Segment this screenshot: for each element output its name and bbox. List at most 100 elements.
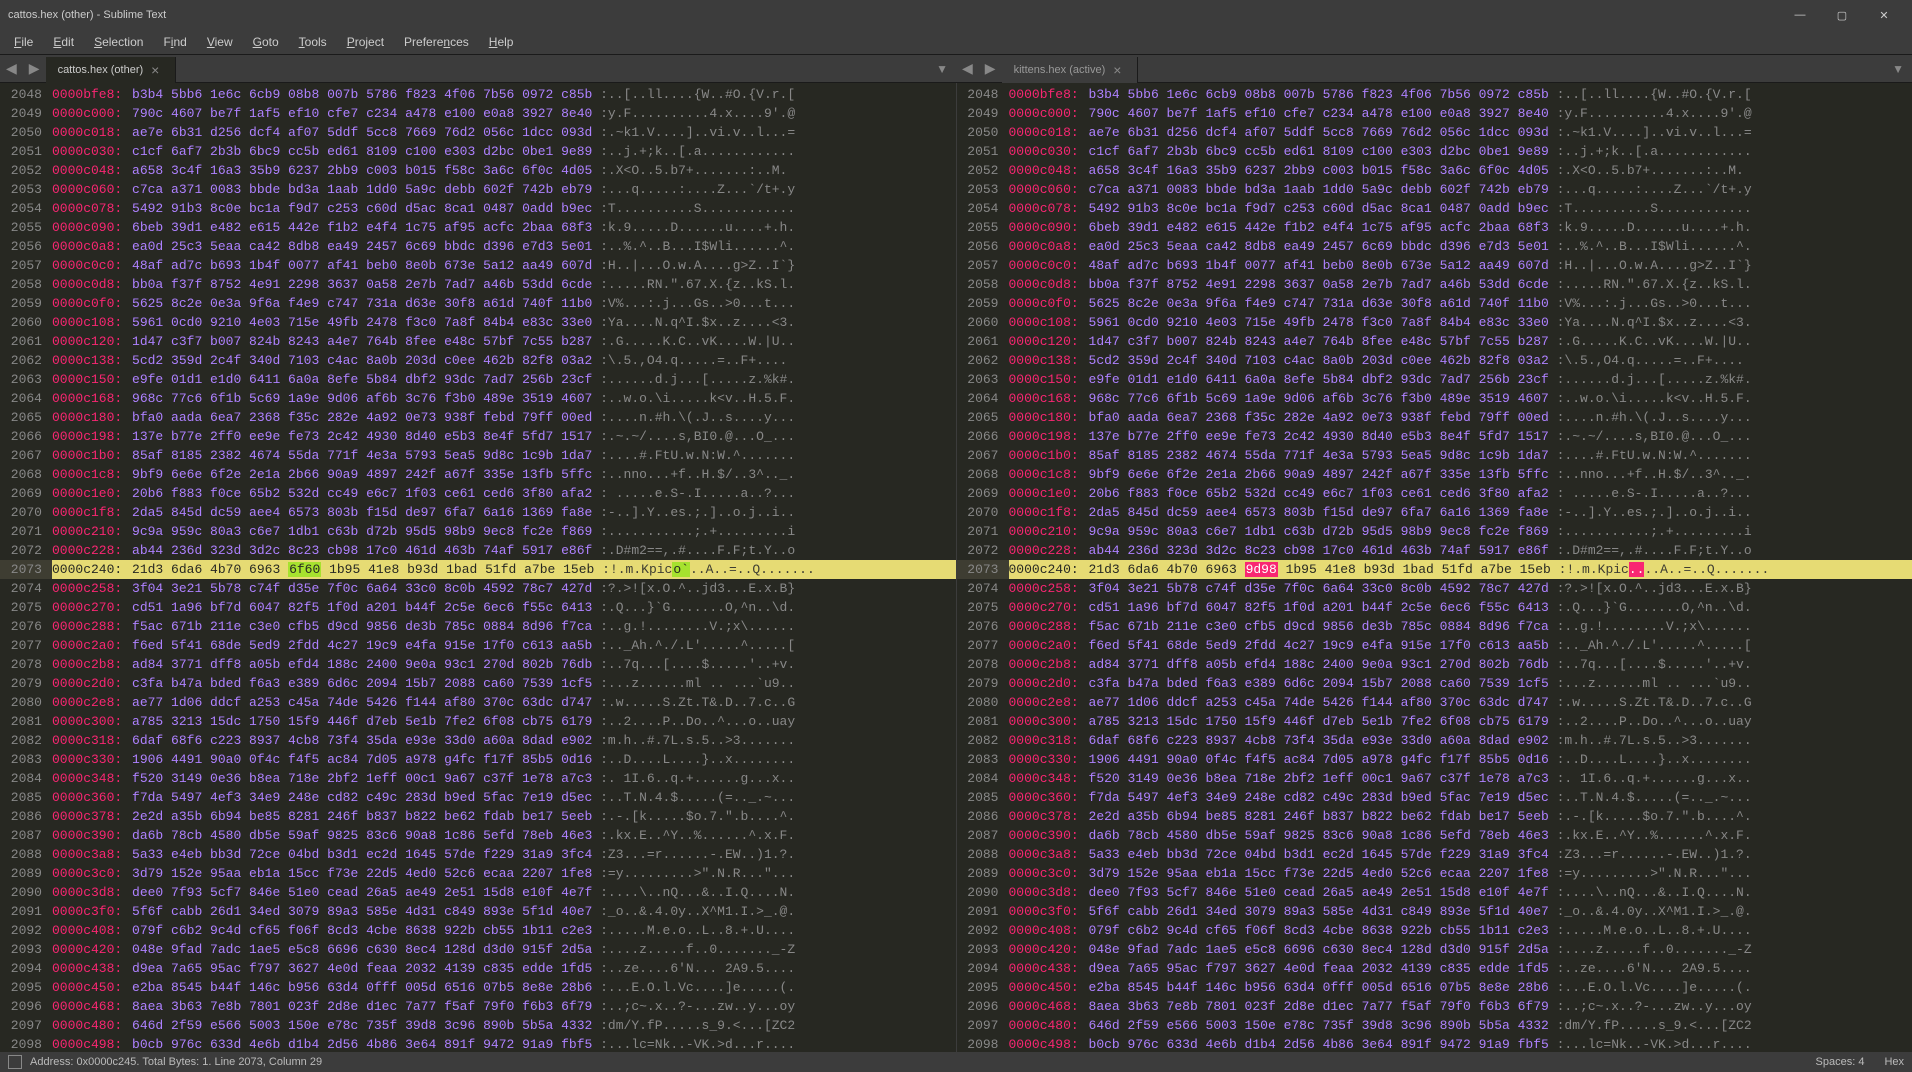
minimize-button[interactable]: — [1780,1,1820,29]
hex-row[interactable]: 20570000c0c0: 48af ad7c b693 1b4f 0077 a… [0,256,956,275]
hex-row[interactable]: 20890000c3c0: 3d79 152e 95aa eb1a 15cc f… [957,864,1912,883]
hex-row[interactable]: 20520000c048: a658 3c4f 16a3 35b9 6237 2… [957,161,1912,180]
hex-row[interactable]: 20810000c300: a785 3213 15dc 1750 15f9 4… [0,712,956,731]
hex-row[interactable]: 20640000c168: 968c 77c6 6f1b 5c69 1a9e 9… [0,389,956,408]
hex-row[interactable]: 20920000c408: 079f c6b2 9c4d cf65 f06f 8… [0,921,956,940]
tab-prev-right[interactable]: ◀ [956,60,979,77]
hex-row[interactable]: 20650000c180: bfa0 aada 6ea7 2368 f35c 2… [957,408,1912,427]
hex-row[interactable]: 20790000c2d0: c3fa b47a bded f6a3 e389 6… [0,674,956,693]
tab-kittens[interactable]: kittens.hex (active) × [1002,57,1139,83]
hex-row[interactable]: 20860000c378: 2e2d a35b 6b94 be85 8281 2… [0,807,956,826]
menu-preferences[interactable]: Preferences [394,31,479,53]
hex-row[interactable]: 20890000c3c0: 3d79 152e 95aa eb1a 15cc f… [0,864,956,883]
hex-row[interactable]: 20720000c228: ab44 236d 323d 3d2c 8c23 c… [957,541,1912,560]
hex-row[interactable]: 20750000c270: cd51 1a96 bf7d 6047 82f5 1… [0,598,956,617]
hex-row[interactable]: 20570000c0c0: 48af ad7c b693 1b4f 0077 a… [957,256,1912,275]
hex-row[interactable]: 20490000c000: 790c 4607 be7f 1af5 ef10 c… [0,104,956,123]
tab-close-icon[interactable]: × [1113,62,1121,78]
hex-row[interactable]: 20830000c330: 1906 4491 90a0 0f4c f4f5 a… [0,750,956,769]
hex-row[interactable]: 20880000c3a8: 5a33 e4eb bb3d 72ce 04bd b… [957,845,1912,864]
hex-row[interactable]: 20880000c3a8: 5a33 e4eb bb3d 72ce 04bd b… [0,845,956,864]
hex-row[interactable]: 20820000c318: 6daf 68f6 c223 8937 4cb8 7… [0,731,956,750]
hex-row[interactable]: 20960000c468: 8aea 3b63 7e8b 7801 023f 2… [0,997,956,1016]
hex-row[interactable]: 20790000c2d0: c3fa b47a bded f6a3 e389 6… [957,674,1912,693]
hex-row[interactable]: 20670000c1b0: 85af 8185 2382 4674 55da 7… [957,446,1912,465]
hex-row[interactable]: 20630000c150: e9fe 01d1 e1d0 6411 6a0a 8… [957,370,1912,389]
hex-row[interactable]: 20850000c360: f7da 5497 4ef3 34e9 248e c… [0,788,956,807]
hex-row[interactable]: 20760000c288: f5ac 671b 211e c3e0 cfb5 d… [957,617,1912,636]
menu-goto[interactable]: Goto [243,31,289,53]
hex-row-highlighted[interactable]: 20730000c240: 21d3 6da6 4b70 6963 9d98 1… [957,560,1912,579]
hex-row[interactable]: 20620000c138: 5cd2 359d 2c4f 340d 7103 c… [957,351,1912,370]
hex-row[interactable]: 20530000c060: c7ca a371 0083 bbde bd3a 1… [0,180,956,199]
sidebar-toggle-icon[interactable] [8,1055,22,1069]
tab-cattos[interactable]: cattos.hex (other) × [46,57,177,83]
hex-row[interactable]: 20900000c3d8: dee0 7f93 5cf7 846e 51e0 c… [957,883,1912,902]
hex-row[interactable]: 20680000c1c8: 9bf9 6e6e 6f2e 2e1a 2b66 9… [957,465,1912,484]
tabs-dropdown-right[interactable]: ▼ [1884,62,1912,76]
hex-row[interactable]: 20780000c2b8: ad84 3771 dff8 a05b efd4 1… [957,655,1912,674]
hex-row[interactable]: 20510000c030: c1cf 6af7 2b3b 6bc9 cc5b e… [0,142,956,161]
hex-row[interactable]: 20910000c3f0: 5f6f cabb 26d1 34ed 3079 8… [957,902,1912,921]
hex-row[interactable]: 20830000c330: 1906 4491 90a0 0f4c f4f5 a… [957,750,1912,769]
hex-row[interactable]: 20720000c228: ab44 236d 323d 3d2c 8c23 c… [0,541,956,560]
hex-row[interactable]: 20510000c030: c1cf 6af7 2b3b 6bc9 cc5b e… [957,142,1912,161]
hex-row[interactable]: 20800000c2e8: ae77 1d06 ddcf a253 c45a 7… [0,693,956,712]
hex-row-highlighted[interactable]: 20730000c240: 21d3 6da6 4b70 6963 6f60 1… [0,560,956,579]
hex-row[interactable]: 20870000c390: da6b 78cb 4580 db5e 59af 9… [957,826,1912,845]
hex-row[interactable]: 20820000c318: 6daf 68f6 c223 8937 4cb8 7… [957,731,1912,750]
hex-row[interactable]: 20690000c1e0: 20b6 f883 f0ce 65b2 532d c… [957,484,1912,503]
menu-tools[interactable]: Tools [289,31,337,53]
hex-row[interactable]: 20970000c480: 646d 2f59 e566 5003 150e e… [957,1016,1912,1035]
tab-next-right[interactable]: ▶ [979,60,1002,77]
tab-prev-left[interactable]: ◀ [0,60,23,77]
hex-row[interactable]: 20600000c108: 5961 0cd0 9210 4e03 715e 4… [957,313,1912,332]
hex-row[interactable]: 20630000c150: e9fe 01d1 e1d0 6411 6a0a 8… [0,370,956,389]
menu-help[interactable]: Help [479,31,524,53]
hex-row[interactable]: 20700000c1f8: 2da5 845d dc59 aee4 6573 8… [0,503,956,522]
hex-row[interactable]: 20850000c360: f7da 5497 4ef3 34e9 248e c… [957,788,1912,807]
menu-file[interactable]: File [4,31,43,53]
hex-row[interactable]: 20590000c0f0: 5625 8c2e 0e3a 9f6a f4e9 c… [957,294,1912,313]
hex-row[interactable]: 20480000bfe8: b3b4 5bb6 1e6c 6cb9 08b8 0… [957,85,1912,104]
maximize-button[interactable]: ▢ [1822,1,1862,29]
hex-row[interactable]: 20680000c1c8: 9bf9 6e6e 6f2e 2e1a 2b66 9… [0,465,956,484]
hex-row[interactable]: 20980000c498: b0cb 976c 633d 4e6b d1b4 2… [957,1035,1912,1052]
hex-row[interactable]: 20970000c480: 646d 2f59 e566 5003 150e e… [0,1016,956,1035]
hex-row[interactable]: 20920000c408: 079f c6b2 9c4d cf65 f06f 8… [957,921,1912,940]
hex-row[interactable]: 20620000c138: 5cd2 359d 2c4f 340d 7103 c… [0,351,956,370]
hex-row[interactable]: 20910000c3f0: 5f6f cabb 26d1 34ed 3079 8… [0,902,956,921]
menu-view[interactable]: View [197,31,243,53]
hex-row[interactable]: 20540000c078: 5492 91b3 8c0e bc1a f9d7 c… [0,199,956,218]
menu-edit[interactable]: Edit [43,31,84,53]
hex-row[interactable]: 20500000c018: ae7e 6b31 d256 dcf4 af07 5… [0,123,956,142]
hex-row[interactable]: 20900000c3d8: dee0 7f93 5cf7 846e 51e0 c… [0,883,956,902]
hex-row[interactable]: 20860000c378: 2e2d a35b 6b94 be85 8281 2… [957,807,1912,826]
hex-row[interactable]: 20670000c1b0: 85af 8185 2382 4674 55da 7… [0,446,956,465]
hex-row[interactable]: 20550000c090: 6beb 39d1 e482 e615 442e f… [957,218,1912,237]
hex-row[interactable]: 20660000c198: 137e b77e 2ff0 ee9e fe73 2… [0,427,956,446]
hex-row[interactable]: 20580000c0d8: bb0a f37f 8752 4e91 2298 3… [0,275,956,294]
hex-row[interactable]: 20710000c210: 9c9a 959c 80a3 c6e7 1db1 c… [957,522,1912,541]
menu-selection[interactable]: Selection [84,31,153,53]
hex-row[interactable]: 20770000c2a0: f6ed 5f41 68de 5ed9 2fdd 4… [0,636,956,655]
hex-row[interactable]: 20590000c0f0: 5625 8c2e 0e3a 9f6a f4e9 c… [0,294,956,313]
hex-row[interactable]: 20940000c438: d9ea 7a65 95ac f797 3627 4… [957,959,1912,978]
hex-row[interactable]: 20500000c018: ae7e 6b31 d256 dcf4 af07 5… [957,123,1912,142]
hex-row[interactable]: 20540000c078: 5492 91b3 8c0e bc1a f9d7 c… [957,199,1912,218]
hex-row[interactable]: 20690000c1e0: 20b6 f883 f0ce 65b2 532d c… [0,484,956,503]
pane-right[interactable]: 20480000bfe8: b3b4 5bb6 1e6c 6cb9 08b8 0… [957,83,1912,1052]
hex-row[interactable]: 20710000c210: 9c9a 959c 80a3 c6e7 1db1 c… [0,522,956,541]
hex-row[interactable]: 20580000c0d8: bb0a f37f 8752 4e91 2298 3… [957,275,1912,294]
hex-row[interactable]: 20770000c2a0: f6ed 5f41 68de 5ed9 2fdd 4… [957,636,1912,655]
hex-row[interactable]: 20950000c450: e2ba 8545 b44f 146c b956 6… [0,978,956,997]
hex-row[interactable]: 20660000c198: 137e b77e 2ff0 ee9e fe73 2… [957,427,1912,446]
hex-row[interactable]: 20610000c120: 1d47 c3f7 b007 824b 8243 a… [957,332,1912,351]
hex-row[interactable]: 20870000c390: da6b 78cb 4580 db5e 59af 9… [0,826,956,845]
hex-row[interactable]: 20520000c048: a658 3c4f 16a3 35b9 6237 2… [0,161,956,180]
hex-row[interactable]: 20490000c000: 790c 4607 be7f 1af5 ef10 c… [957,104,1912,123]
hex-row[interactable]: 20560000c0a8: ea0d 25c3 5eaa ca42 8db8 e… [0,237,956,256]
hex-row[interactable]: 20700000c1f8: 2da5 845d dc59 aee4 6573 8… [957,503,1912,522]
hex-row[interactable]: 20930000c420: 048e 9fad 7adc 1ae5 e5c8 6… [0,940,956,959]
hex-row[interactable]: 20610000c120: 1d47 c3f7 b007 824b 8243 a… [0,332,956,351]
